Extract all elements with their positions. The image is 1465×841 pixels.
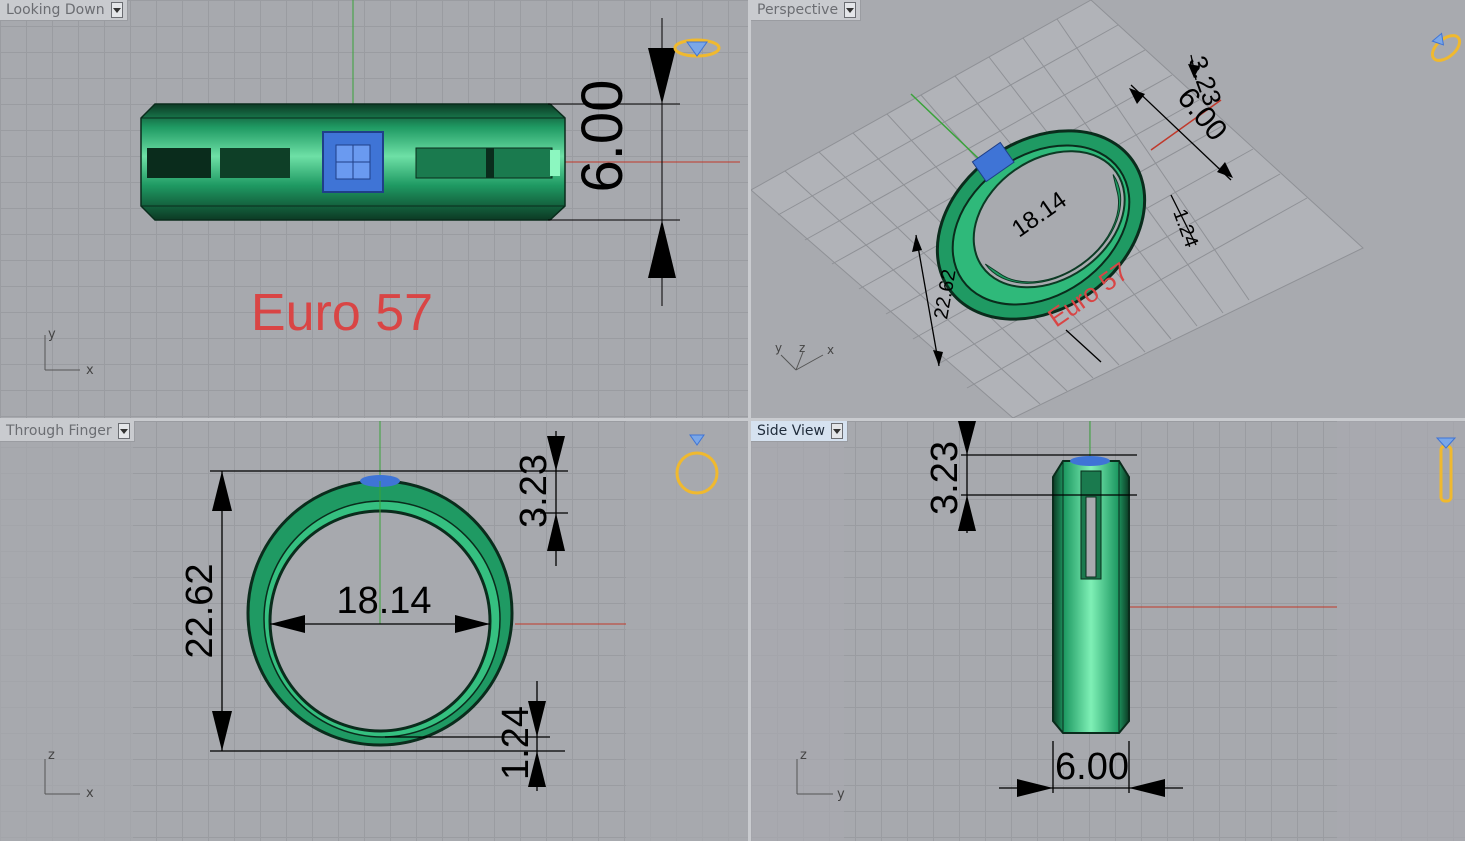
front-dim-bottom: 1.24 bbox=[495, 706, 537, 780]
viewport-looking-down[interactable]: Looking Down 6.00 Euro 57 y x bbox=[0, 0, 748, 418]
perspective-canvas: Euro 57 3.23 6.00 18.14 1.24 22.62 y z x bbox=[751, 0, 1462, 418]
axis-label-x: x bbox=[86, 786, 94, 801]
axis-label-y: y bbox=[775, 341, 782, 355]
viewport-title: Looking Down bbox=[6, 2, 105, 18]
side-dim-top: 3.23 bbox=[924, 441, 966, 515]
side-dim-width: 6.00 bbox=[1055, 746, 1129, 788]
ring-perspective-gizmo-icon bbox=[1430, 32, 1462, 62]
viewport-label-through-finger[interactable]: Through Finger bbox=[0, 421, 135, 442]
viewport-dropdown-icon[interactable] bbox=[844, 2, 857, 18]
viewport-dropdown-icon[interactable] bbox=[110, 2, 123, 18]
stone-top-view bbox=[322, 131, 384, 193]
ring-size-annotation: Euro 57 bbox=[251, 284, 433, 342]
axis-label-z: z bbox=[800, 748, 807, 763]
front-dim-top: 3.23 bbox=[513, 454, 555, 528]
axis-label-x: x bbox=[86, 363, 94, 378]
axis-label-x: x bbox=[827, 343, 834, 357]
viewport-through-finger[interactable]: Through Finger 22.62 18.14 3.23 1.24 z x bbox=[0, 421, 748, 841]
viewport-title: Through Finger bbox=[6, 423, 112, 439]
viewport-perspective[interactable]: Perspective Euro 57 3.23 6.00 18.14 1.24… bbox=[751, 0, 1465, 418]
viewport-label-looking-down[interactable]: Looking Down bbox=[0, 0, 128, 21]
front-dim-outer: 22.62 bbox=[179, 563, 221, 658]
viewport-label-perspective[interactable]: Perspective bbox=[751, 0, 862, 21]
side-view-canvas: 3.23 6.00 z y bbox=[751, 421, 1465, 841]
ring-top-gizmo-icon bbox=[673, 38, 721, 58]
viewport-title: Perspective bbox=[757, 2, 839, 18]
through-finger-canvas: 22.62 18.14 3.23 1.24 z x bbox=[0, 421, 748, 841]
axis-label-y: y bbox=[48, 327, 56, 342]
viewport-side-view[interactable]: Side View 3.23 6.00 z y bbox=[751, 421, 1465, 841]
viewport-dropdown-icon[interactable] bbox=[830, 423, 843, 439]
viewport-dropdown-icon[interactable] bbox=[117, 423, 130, 439]
viewport-title: Side View bbox=[757, 423, 825, 439]
dimension-width-label: 6.00 bbox=[570, 80, 635, 193]
viewport-label-side-view[interactable]: Side View bbox=[751, 421, 848, 442]
looking-down-canvas: 6.00 Euro 57 y x bbox=[44, 0, 740, 378]
ring-side-view bbox=[1052, 456, 1130, 734]
axis-label-z: z bbox=[799, 341, 805, 355]
front-dim-inner: 18.14 bbox=[336, 580, 431, 622]
axis-label-y: y bbox=[837, 787, 845, 802]
axis-label-z: z bbox=[48, 748, 55, 763]
